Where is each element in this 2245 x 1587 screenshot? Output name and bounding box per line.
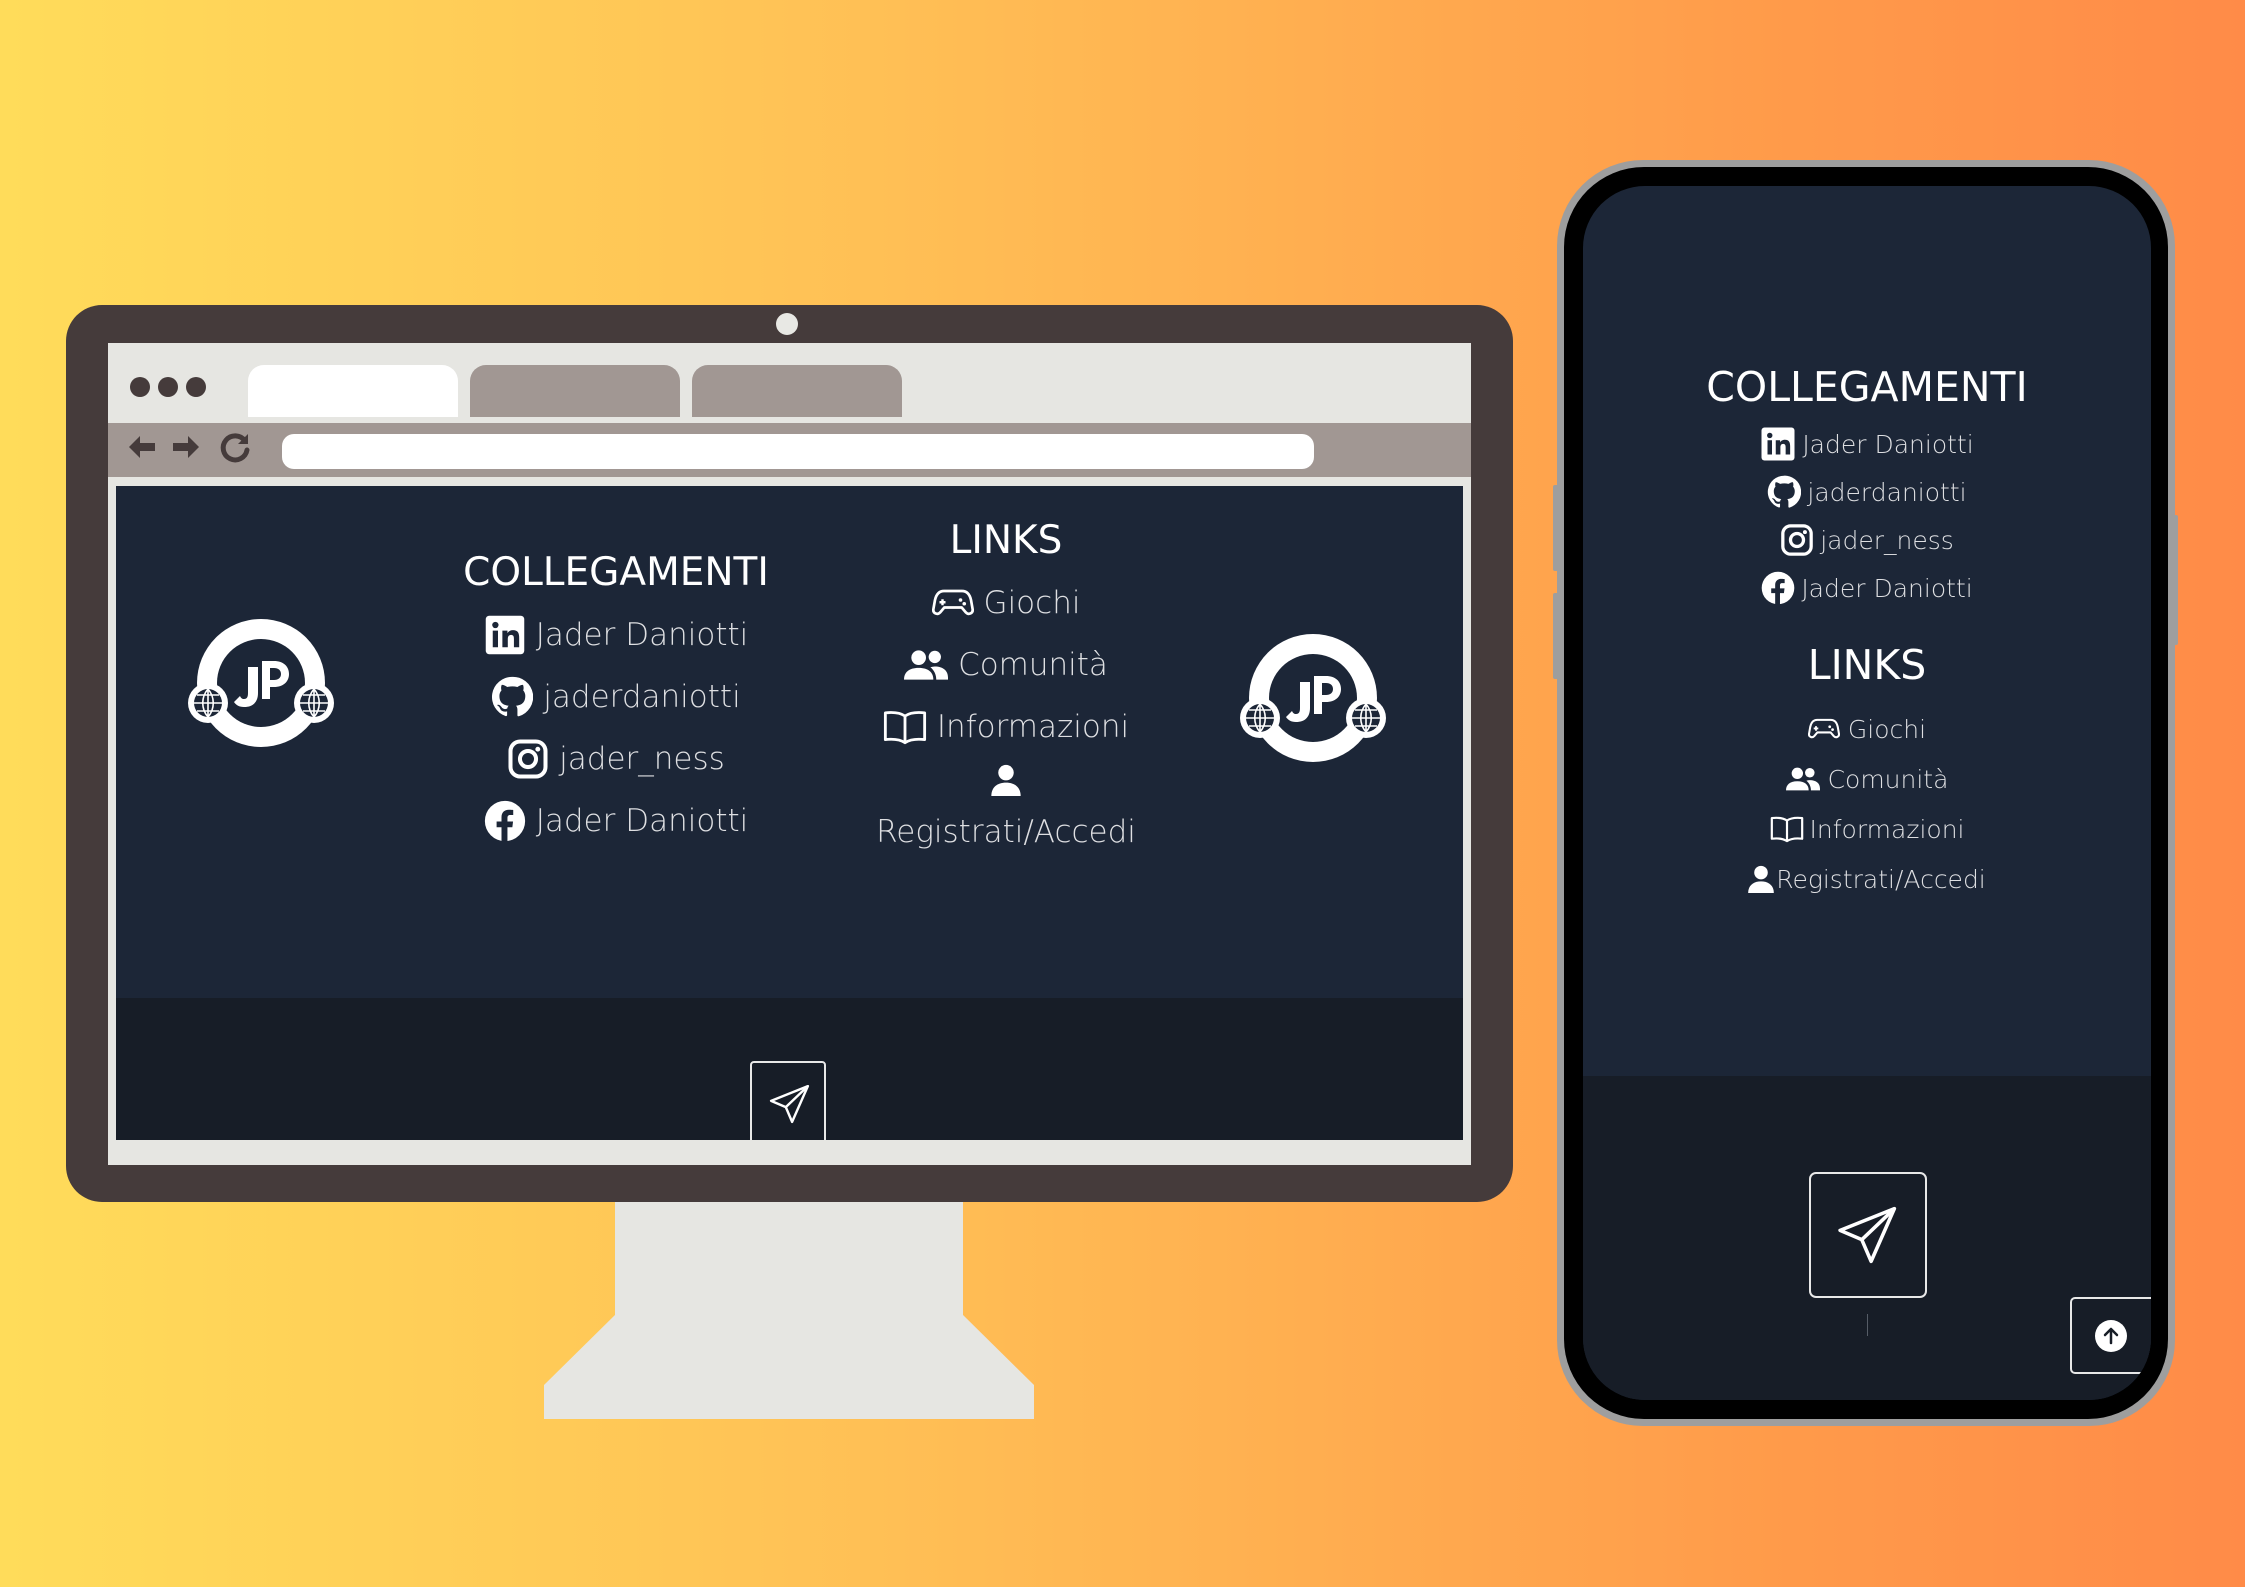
mobile-linkedin-link-label: Jader Daniotti [1802, 429, 1974, 459]
mobile-instagram-link[interactable]: jader_ness [1583, 516, 2151, 564]
paper-plane-icon [769, 1083, 811, 1125]
github-icon [1767, 475, 1801, 509]
mobile-nav-link-giochi[interactable]: Giochi [1583, 704, 2151, 754]
collegamenti-heading: COLLEGAMENTI [463, 550, 769, 595]
mobile-facebook-link-label: Jader Daniotti [1801, 573, 1973, 603]
phone-volume-down-button [1553, 593, 1559, 679]
browser-nav-bar [108, 423, 1471, 477]
mobile-nav-link-informazioni-label: Informazioni [1809, 814, 1965, 844]
mobile-nav-link-informazioni[interactable]: Informazioni [1583, 804, 2151, 854]
monitor-stand-neck [615, 1202, 963, 1320]
links-heading: LINKS [949, 518, 1063, 563]
instagram-icon [507, 738, 549, 780]
mobile-nav-link-giochi-label: Giochi [1847, 714, 1927, 744]
mobile-nav-link-registrati-label: Registrati/Accedi [1776, 864, 1986, 894]
nav-link-registrati-label: Registrati/Accedi [876, 814, 1136, 850]
bottom-footer-bar [116, 998, 1463, 1140]
user-icon [991, 764, 1021, 796]
mobile-nav-link-comunita-label: Comunità [1827, 764, 1949, 794]
github-icon [491, 676, 533, 718]
instagram-link-label: jader_ness [559, 741, 725, 777]
github-link-label: jaderdaniotti [543, 679, 741, 715]
mobile-collegamenti-heading: COLLEGAMENTI [1706, 363, 2028, 411]
nav-link-giochi-label: Giochi [983, 585, 1081, 621]
window-maximize-dot[interactable] [186, 377, 206, 397]
browser-tab[interactable] [470, 365, 680, 417]
nav-link-giochi[interactable]: Giochi [846, 572, 1166, 634]
website-footer-section: COLLEGAMENTI Jader Daniotti jaderdaniott… [116, 486, 1463, 1140]
nav-link-comunita[interactable]: Comunità [846, 634, 1166, 696]
linkedin-link[interactable]: Jader Daniotti [436, 604, 796, 666]
gamepad-icon [932, 587, 974, 619]
back-arrow-icon[interactable] [126, 431, 158, 471]
mobile-divider [1867, 1314, 1868, 1336]
nav-link-comunita-label: Comunità [958, 647, 1108, 683]
brand-logo-right [1238, 626, 1388, 776]
book-icon [883, 709, 927, 745]
mobile-github-link[interactable]: jaderdaniotti [1583, 468, 2151, 516]
mobile-send-button[interactable] [1809, 1172, 1927, 1298]
users-icon [904, 648, 948, 682]
window-close-dot[interactable] [130, 377, 150, 397]
facebook-link-label: Jader Daniotti [535, 803, 749, 839]
mobile-nav-link-registrati[interactable]: Registrati/Accedi [1583, 854, 2151, 904]
collegamenti-column: COLLEGAMENTI Jader Daniotti jaderdaniott… [436, 548, 796, 852]
phone-screen: COLLEGAMENTI Jader Daniotti jaderdaniott… [1583, 186, 2151, 1400]
address-bar[interactable] [282, 434, 1314, 469]
linkedin-link-label: Jader Daniotti [535, 617, 749, 653]
linkedin-icon [1760, 426, 1796, 462]
window-controls [130, 377, 214, 401]
gamepad-icon [1808, 717, 1840, 741]
mobile-github-link-label: jaderdaniotti [1807, 477, 1967, 507]
back-to-top-button[interactable] [2070, 1297, 2151, 1374]
phone-power-button [2172, 515, 2178, 645]
reload-icon[interactable] [218, 431, 252, 473]
mobile-linkedin-link[interactable]: Jader Daniotti [1583, 420, 2151, 468]
nav-link-informazioni-label: Informazioni [936, 709, 1130, 745]
mobile-collegamenti-column: COLLEGAMENTI Jader Daniotti jaderdaniott… [1583, 362, 2151, 612]
browser-tab[interactable] [692, 365, 902, 417]
instagram-icon [1780, 523, 1814, 557]
nav-link-registrati[interactable]: Registrati/Accedi [846, 758, 1166, 850]
mobile-instagram-link-label: jader_ness [1820, 525, 1954, 555]
nav-link-informazioni[interactable]: Informazioni [846, 696, 1166, 758]
user-icon [1748, 865, 1774, 893]
monitor-stand-base [544, 1313, 1034, 1419]
paper-plane-icon [1837, 1204, 1899, 1266]
webcam-dot [776, 313, 798, 335]
brand-logo-left [186, 611, 336, 761]
mobile-facebook-link[interactable]: Jader Daniotti [1583, 564, 2151, 612]
facebook-link[interactable]: Jader Daniotti [436, 790, 796, 852]
mobile-links-column: LINKS Giochi Comunità Informazioni Regis… [1583, 640, 2151, 904]
forward-arrow-icon[interactable] [170, 431, 202, 471]
users-icon [1786, 766, 1820, 792]
window-minimize-dot[interactable] [158, 377, 178, 397]
github-link[interactable]: jaderdaniotti [436, 666, 796, 728]
mobile-links-heading: LINKS [1807, 641, 1927, 689]
book-icon [1770, 815, 1804, 843]
facebook-icon [484, 800, 526, 842]
linkedin-icon [484, 614, 526, 656]
arrow-up-icon [2095, 1320, 2127, 1352]
facebook-icon [1761, 571, 1795, 605]
phone-volume-up-button [1553, 485, 1559, 571]
links-column: LINKS Giochi Comunità Informazioni Regis… [846, 516, 1166, 850]
browser-tab-active[interactable] [248, 365, 458, 417]
mobile-nav-link-comunita[interactable]: Comunità [1583, 754, 2151, 804]
instagram-link[interactable]: jader_ness [436, 728, 796, 790]
browser-window: COLLEGAMENTI Jader Daniotti jaderdaniott… [108, 343, 1471, 1165]
send-button[interactable] [750, 1061, 826, 1140]
browser-tab-bar [108, 343, 1471, 417]
